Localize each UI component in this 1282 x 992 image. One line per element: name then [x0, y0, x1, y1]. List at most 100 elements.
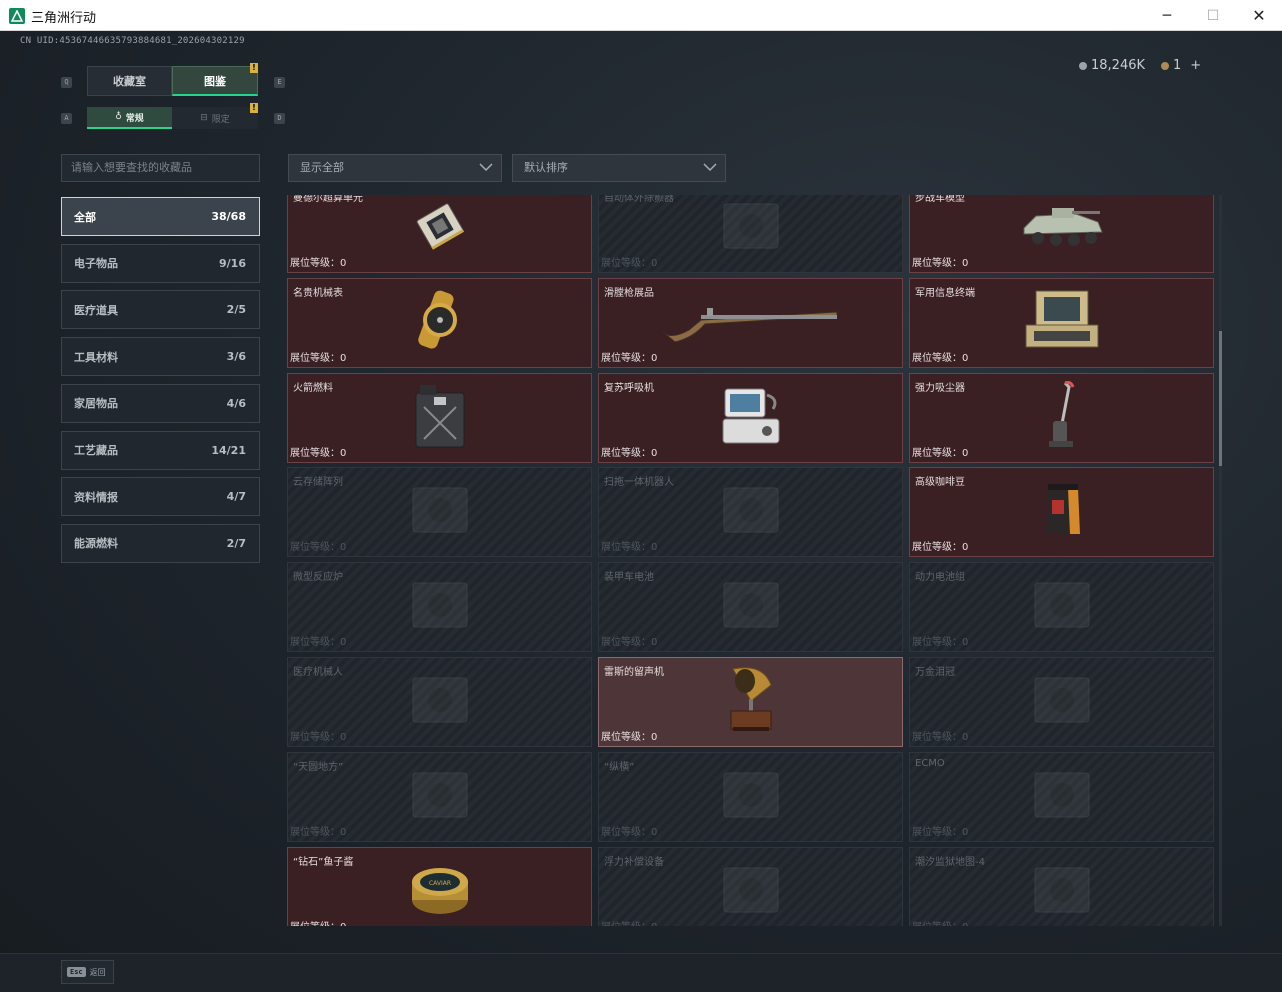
collection-card[interactable]: 强力吸尘器 展位等级：0	[909, 372, 1214, 463]
category-item[interactable]: 家居物品 4/6	[61, 383, 260, 423]
category-item[interactable]: 工具材料 3/6	[61, 337, 260, 377]
back-button[interactable]: Esc 返回	[61, 960, 114, 984]
collection-card[interactable]: 浮力补偿设备展位等级：0	[598, 846, 903, 926]
window-titlebar: 三角洲行动 ─ ☐ ✕	[0, 0, 1282, 31]
key-hint-e: E	[274, 77, 285, 88]
category-item[interactable]: 工艺藏品 14/21	[61, 430, 260, 470]
collection-card[interactable]: 火箭燃料 展位等级：0	[287, 372, 592, 463]
level-label: 展位等级：	[601, 542, 651, 554]
sort-value: 默认排序	[524, 161, 568, 174]
card-level: 展位等级：0	[912, 444, 968, 459]
gold-currency: 1 +	[1161, 58, 1201, 73]
robot-vacuum-icon	[716, 480, 786, 544]
sort-dropdown[interactable]: 默认排序	[512, 154, 726, 182]
display-filter-dropdown[interactable]: 显示全部	[288, 154, 502, 182]
game-area: CN UID:4536744663579388468​1_20260430212…	[0, 31, 1282, 992]
collection-card[interactable]: 名贵机械表 展位等级：0	[287, 277, 592, 368]
level-value: 0	[962, 542, 969, 554]
maximize-button[interactable]: ☐	[1190, 0, 1236, 31]
add-currency-button[interactable]: +	[1190, 58, 1201, 73]
level-value: 0	[962, 732, 969, 743]
card-title: “纵横”	[604, 761, 635, 773]
level-label: 展位等级：	[601, 922, 651, 926]
musket-icon	[661, 296, 841, 350]
collection-card[interactable]: 万金泪冠 展位等级：0	[909, 657, 1214, 747]
collection-card[interactable]: “纵横” 展位等级：0	[598, 751, 903, 842]
regular-icon: ♁	[115, 112, 122, 122]
category-label: 家居物品	[74, 397, 118, 411]
collection-card[interactable]: 动力电池组 展位等级：0	[909, 562, 1214, 653]
collection-card[interactable]: 高级咖啡豆 展位等级：0	[909, 467, 1214, 558]
bottom-bar	[0, 953, 1282, 992]
level-value: 0	[651, 637, 658, 649]
collection-card[interactable]: “天圆地方” 展位等级：0	[287, 751, 592, 842]
crown-icon	[1027, 670, 1097, 734]
tab-notification-badge: !	[250, 63, 258, 73]
collection-card[interactable]: 扫拖一体机器人 展位等级：0	[598, 467, 903, 558]
collection-card[interactable]: 滑膛枪展品 展位等级：0	[598, 277, 903, 368]
collection-card[interactable]: 步战车模型 展位等级：0	[909, 195, 1214, 273]
category-item[interactable]: 全部 38/68	[61, 197, 260, 236]
chevron-down-icon	[703, 163, 717, 172]
collection-card[interactable]: 自动体外除颤器 展位等级：0	[598, 195, 903, 273]
tab-catalog[interactable]: 图鉴	[172, 66, 258, 96]
card-title: “钻石”鱼子酱	[293, 856, 354, 868]
gold-amount: 1	[1173, 58, 1182, 73]
level-label: 展位等级：	[290, 826, 340, 838]
close-button[interactable]: ✕	[1236, 0, 1282, 31]
collection-card[interactable]: 复苏呼吸机 展位等级：0	[598, 372, 903, 463]
collection-card[interactable]: 医疗机械人 展位等级：0	[287, 657, 592, 747]
level-value: 0	[651, 732, 658, 743]
collection-card[interactable]: 微型反应炉 展位等级：0	[287, 562, 592, 653]
chessboard-icon	[716, 765, 786, 829]
collection-card[interactable]: 军用信息终端 展位等级：0	[909, 277, 1214, 368]
card-title: 名贵机械表	[293, 287, 343, 299]
scrollbar-track[interactable]	[1219, 195, 1222, 926]
collection-card[interactable]: 云存储阵列 展位等级：0	[287, 467, 592, 558]
ifv-model-icon	[1016, 198, 1108, 258]
level-value: 0	[651, 542, 658, 554]
search-input[interactable]: 请输入想要查找的收藏品	[61, 154, 260, 182]
card-level: 展位等级：0	[290, 254, 346, 269]
coffee-bag-icon	[1042, 482, 1082, 542]
map-icon	[1027, 860, 1097, 924]
collection-card[interactable]: CAVIAR “钻石”鱼子酱展位等级：0	[287, 846, 592, 926]
subtab-regular[interactable]: ♁ 常规	[87, 107, 172, 129]
card-title: 雷斯的留声机	[604, 667, 664, 678]
category-item[interactable]: 资料情报 4/7	[61, 477, 260, 517]
medical-robot-icon	[405, 670, 475, 734]
card-title: “天圆地方”	[293, 761, 344, 773]
collection-card[interactable]: 装甲车电池 展位等级：0	[598, 562, 903, 653]
collection-card[interactable]: 潮汐监狱地图-4 展位等级：0	[909, 846, 1214, 926]
svg-text:CAVIAR: CAVIAR	[428, 880, 450, 887]
category-item[interactable]: 能源燃料 2/7	[61, 523, 260, 563]
vacuum-icon	[1047, 380, 1077, 455]
level-label: 展位等级：	[290, 258, 340, 269]
silver-currency: 18,246K	[1079, 58, 1145, 73]
scrollbar-thumb[interactable]	[1219, 331, 1222, 466]
category-item[interactable]: 医疗道具 2/5	[61, 290, 260, 330]
collection-card[interactable]: ECMO 展位等级：0	[909, 751, 1214, 842]
collection-card[interactable]: 雷斯的留声机 展位等级：0	[598, 657, 903, 747]
level-value: 0	[340, 637, 347, 649]
collection-grid[interactable]: 曼德尔超算单元 展位等级：0 自动体外除颤器 展位等级：0 步战车模型 展位等级：0 名贵机…	[287, 195, 1215, 926]
player-uid: CN UID:4536744663579388468​1_20260430212…	[20, 36, 245, 46]
card-title: 曼德尔超算单元	[293, 195, 363, 204]
card-title: 潮汐监狱地图-4	[915, 856, 985, 868]
battery-icon	[716, 575, 786, 639]
reactor-icon	[405, 575, 475, 639]
category-label: 工具材料	[74, 350, 118, 364]
level-label: 展位等级：	[601, 447, 651, 459]
collection-card[interactable]: 曼德尔超算单元展位等级：0	[287, 195, 592, 273]
back-label: 返回	[89, 967, 106, 977]
ecmo-icon	[1027, 765, 1097, 829]
subtab-limited[interactable]: ⊟ 限定	[172, 107, 258, 129]
minimize-button[interactable]: ─	[1144, 0, 1190, 31]
level-label: 展位等级：	[912, 922, 962, 926]
category-label: 医疗道具	[74, 303, 118, 317]
card-level: 展位等级：0	[290, 633, 346, 648]
level-label: 展位等级：	[290, 922, 340, 926]
tab-collection-room[interactable]: 收藏室	[87, 66, 172, 96]
category-item[interactable]: 电子物品 9/16	[61, 243, 260, 283]
card-level: 展位等级：0	[601, 633, 657, 648]
